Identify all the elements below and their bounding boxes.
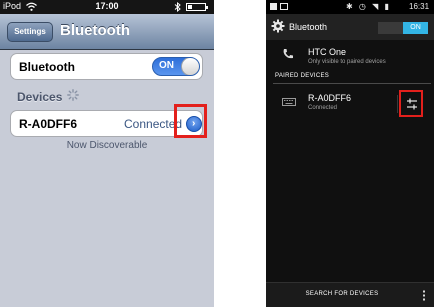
- bottom-bar: SEARCH FOR DEVICES: [266, 282, 434, 307]
- ios-status-bar: iPod 17:00: [0, 0, 214, 14]
- this-device-row[interactable]: HTC One Only visible to paired devices: [266, 40, 434, 72]
- switch-on-label: ON: [403, 22, 428, 34]
- paired-device-name: R-A0DFF6: [308, 93, 352, 103]
- battery-level: [188, 5, 192, 9]
- bluetooth-toggle-row: Bluetooth ON: [10, 53, 203, 80]
- settings-gear-icon[interactable]: [271, 19, 285, 33]
- bluetooth-icon: [174, 2, 181, 12]
- battery-icon: [186, 3, 208, 11]
- overflow-menu-icon[interactable]: [422, 290, 426, 301]
- settings-back-button[interactable]: Settings: [7, 22, 53, 42]
- bluetooth-toggle[interactable]: ON: [152, 57, 200, 76]
- status-time: 16:31: [409, 2, 430, 11]
- toggle-on-label: ON: [159, 60, 174, 71]
- keyboard-icon: [282, 98, 296, 106]
- status-time: 17:00: [95, 1, 119, 11]
- android-status-bar: ✱ ◷ ◥ ▮ 16:31: [266, 0, 434, 14]
- row-divider: [397, 95, 398, 113]
- phone-icon: [282, 48, 294, 60]
- section-divider: [273, 83, 431, 84]
- notification-icon: [270, 3, 277, 10]
- battery-nub: [206, 6, 208, 9]
- bluetooth-label: Bluetooth: [19, 60, 75, 74]
- page-title: Bluetooth: [60, 22, 130, 39]
- paired-device-status: Connected: [308, 105, 338, 111]
- android-bluetooth-screen: ✱ ◷ ◥ ▮ 16:31 Bluetooth ON HTC One Only …: [266, 0, 434, 307]
- highlight-box: [174, 104, 207, 138]
- ios-nav-bar: Settings Bluetooth: [0, 14, 214, 50]
- action-bar-title: Bluetooth: [289, 22, 328, 32]
- image-icon: [280, 3, 288, 10]
- devices-header: Devices: [17, 90, 63, 104]
- android-action-bar: Bluetooth ON: [266, 14, 434, 40]
- loading-spinner-icon: [67, 89, 79, 101]
- search-for-devices-button[interactable]: SEARCH FOR DEVICES: [266, 291, 418, 297]
- toggle-knob: [181, 58, 199, 75]
- device-name: R-A0DFF6: [19, 117, 78, 131]
- system-icons: ✱ ◷ ◥ ▮: [346, 2, 391, 11]
- this-device-subtitle: Only visible to paired devices: [308, 59, 386, 65]
- highlight-box: [399, 90, 423, 117]
- discoverable-text: Now Discoverable: [66, 140, 148, 151]
- paired-devices-header: PAIRED DEVICES: [275, 73, 330, 79]
- bluetooth-switch[interactable]: ON: [378, 22, 428, 34]
- this-device-name: HTC One: [308, 47, 347, 57]
- ios-bluetooth-screen: iPod 17:00 Settings Bluetooth Bluetooth …: [0, 0, 214, 307]
